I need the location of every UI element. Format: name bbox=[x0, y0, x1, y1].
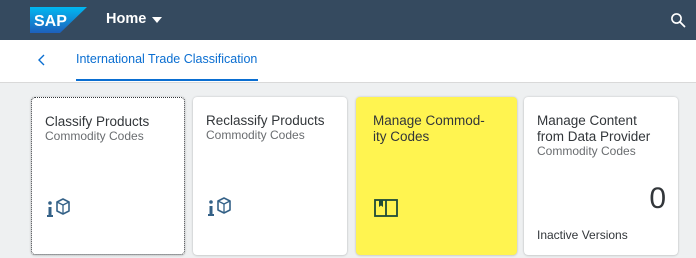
classify-icon bbox=[47, 198, 70, 217]
tile-classify-products[interactable]: Classify Products Commodity Codes bbox=[31, 97, 185, 255]
classify-icon bbox=[208, 197, 231, 216]
tile-title-line1: Manage Content bbox=[537, 113, 637, 128]
tile-title: Reclassify Products bbox=[206, 113, 325, 128]
tile-subtitle: Commodity Codes bbox=[45, 129, 144, 143]
breadcrumb[interactable]: International Trade Classification bbox=[76, 52, 257, 66]
tile-subtitle: Commodity Codes bbox=[206, 128, 305, 142]
home-label: Home bbox=[106, 11, 147, 27]
logo-text: SAP bbox=[34, 13, 67, 30]
tile-title: Manage Commod- ity Codes bbox=[373, 113, 509, 145]
tile-title-line1: Manage Commod- bbox=[373, 113, 485, 128]
chevron-down-icon bbox=[152, 16, 163, 23]
tile-subtitle: Commodity Codes bbox=[537, 144, 636, 158]
home-menu-button[interactable]: Home bbox=[106, 11, 163, 27]
shell-bar: SAP Home bbox=[0, 0, 696, 40]
sap-logo[interactable]: SAP bbox=[30, 7, 87, 33]
tile-title-line2: from Data Provider bbox=[537, 129, 651, 144]
tile-manage-commodity-codes[interactable]: Manage Commod- ity Codes bbox=[356, 97, 517, 255]
open-book-icon bbox=[374, 199, 398, 217]
tile-manage-content-from-data-provider[interactable]: Manage Content from Data Provider Commod… bbox=[524, 97, 678, 255]
tile-footer: Inactive Versions bbox=[537, 228, 628, 242]
breadcrumb-underline bbox=[76, 79, 258, 81]
chevron-left-icon[interactable] bbox=[34, 52, 50, 68]
tile-reclassify-products[interactable]: Reclassify Products Commodity Codes bbox=[193, 97, 347, 255]
kpi-value: 0 bbox=[649, 182, 666, 215]
search-icon[interactable] bbox=[670, 12, 686, 28]
tile-title-line2: ity Codes bbox=[373, 129, 430, 144]
tile-title: Classify Products bbox=[45, 114, 150, 129]
tile-title: Manage Content from Data Provider bbox=[537, 113, 670, 145]
